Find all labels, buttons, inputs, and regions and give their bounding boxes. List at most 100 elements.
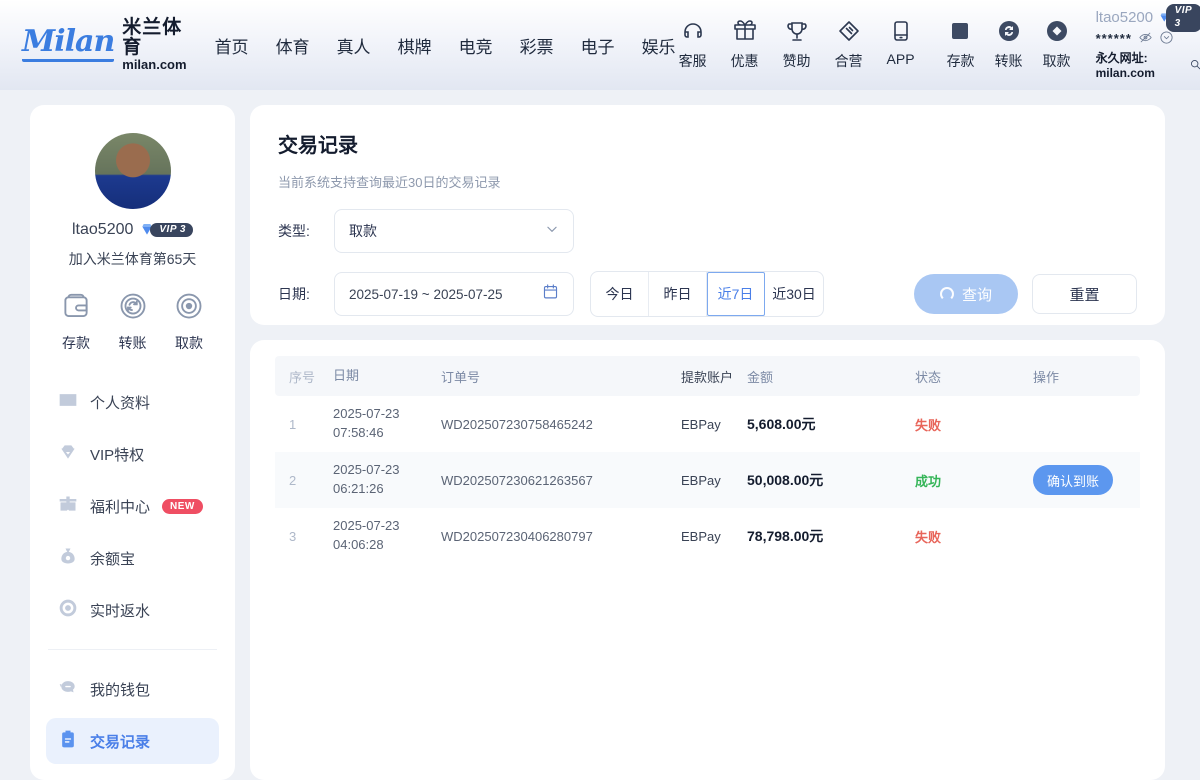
sidebar-item-yuebao[interactable]: 余额宝 [46,535,219,581]
range-7days-button[interactable]: 近7日 [707,272,765,316]
loading-spinner-icon [940,287,954,301]
masked-balance: ****** [1096,31,1132,47]
sidebar-item-welfare[interactable]: 福利中心 NEW [46,483,219,529]
row-date: 2025-07-23 [333,406,400,421]
sponsor-label: 赞助 [783,51,811,71]
sidebar-item-wallet[interactable]: 我的钱包 [46,666,219,712]
user-summary: ltao5200 VIP 3 ****** 永久网址: milan.com [1096,9,1200,81]
table-row: 1 2025-07-23 07:58:46 WD2025072307584652… [275,396,1140,452]
magnifier-icon[interactable] [1189,58,1200,75]
date-range-input[interactable]: 2025-07-19 ~ 2025-07-25 [334,272,574,316]
range-30days-button[interactable]: 近30日 [765,272,823,316]
row-time: 07:58:46 [333,425,384,440]
col-amount: 金额 [747,367,915,386]
sidebar-item-rebate[interactable]: 实时返水 [46,587,219,633]
reset-button[interactable]: 重置 [1032,274,1137,314]
row-time: 04:06:28 [333,537,384,552]
join-days-text: 加入米兰体育第65天 [46,249,219,269]
calendar-icon [542,283,559,305]
row-datetime: 2025-07-23 04:06:28 [333,517,441,555]
nav-esports[interactable]: 电竞 [459,33,493,58]
row-order-number: WD202507230406280797 [441,529,681,544]
chevron-down-icon [545,222,559,241]
row-action-cell: 确认到账 [1033,465,1126,495]
row-index: 3 [289,529,333,544]
row-account: EBPay [681,529,747,544]
nav-sports[interactable]: 体育 [276,33,310,58]
date-label: 日期: [278,284,324,304]
nav-live[interactable]: 真人 [337,33,371,58]
sidebar-withdraw-button[interactable]: 取款 [165,291,213,353]
sidebar-item-transactions[interactable]: 交易记录 [46,718,219,764]
nav-entertainment[interactable]: 娱乐 [642,33,676,58]
row-status: 失败 [915,415,1033,434]
promo-label: 优惠 [731,51,759,71]
sidebar-transfer-button[interactable]: 转账 [109,291,157,353]
range-yesterday-button[interactable]: 昨日 [649,272,707,316]
permanent-url-label: 永久网址: milan.com [1096,51,1187,81]
sidebar-deposit-label: 存款 [62,333,90,353]
nav-slots[interactable]: 电子 [581,33,615,58]
partner-button[interactable]: 合营 [832,19,866,71]
query-button-label: 查询 [962,284,992,305]
customer-service-button[interactable]: 客服 [676,19,710,71]
type-select-value: 取款 [349,221,377,241]
row-status: 失败 [915,527,1033,546]
row-date: 2025-07-23 [333,462,400,477]
date-range-presets: 今日 昨日 近7日 近30日 [590,271,824,317]
sidebar-withdraw-label: 取款 [175,333,203,353]
type-select[interactable]: 取款 [334,209,574,253]
wallet-icon [61,291,91,326]
site-logo[interactable]: Milan 米兰体育 milan.com [22,18,187,72]
trophy-icon [785,19,809,48]
sidebar-item-profile[interactable]: 个人资料 [46,379,219,425]
range-today-button[interactable]: 今日 [591,272,649,316]
sidebar-item-vip[interactable]: VIP特权 [46,431,219,477]
profile-sidebar: ltao5200 VIP 3 加入米兰体育第65天 存款 转账 取款 个人资料 … [30,105,235,780]
col-action: 操作 [1033,367,1126,386]
profile-avatar[interactable] [95,133,171,209]
col-order: 订单号 [441,367,681,386]
menu-label: 我的钱包 [90,679,150,700]
main-nav: 首页 体育 真人 棋牌 电竞 彩票 电子 娱乐 [215,33,676,58]
transfer-label: 转账 [995,51,1023,71]
promo-button[interactable]: 优惠 [728,19,762,71]
row-amount: 5,608.00元 [747,414,915,434]
table-row: 2 2025-07-23 06:21:26 WD2025072306212635… [275,452,1140,508]
row-amount: 50,008.00元 [747,470,915,490]
nav-home[interactable]: 首页 [215,33,249,58]
withdraw-button[interactable]: 取款 [1040,19,1074,71]
confirm-received-button[interactable]: 确认到账 [1033,465,1113,495]
menu-label: VIP特权 [90,444,144,465]
transfer-icon [997,19,1021,48]
nav-chess[interactable]: 棋牌 [398,33,432,58]
eye-off-icon[interactable] [1138,30,1153,49]
deposit-button[interactable]: 存款 [944,19,978,71]
nav-lottery[interactable]: 彩票 [520,33,554,58]
sidebar-transfer-label: 转账 [119,333,147,353]
record-icon [58,729,78,753]
type-label: 类型: [278,221,324,241]
table-header: 序号 日期 订单号 提款账户 金额 状态 操作 [275,356,1140,396]
phone-icon [889,19,913,48]
transfer-button[interactable]: 转账 [992,19,1026,71]
date-range-value: 2025-07-19 ~ 2025-07-25 [349,287,503,302]
logo-cn-text: 米兰体育 [122,18,186,58]
sidebar-item-bets[interactable]: 投注记录 [46,770,219,780]
query-button[interactable]: 查询 [914,274,1018,314]
sidebar-deposit-button[interactable]: 存款 [52,291,100,353]
chevron-circle-icon[interactable] [1159,30,1174,49]
partner-label: 合营 [835,51,863,71]
app-download-button[interactable]: APP [884,19,918,71]
vip-diamond-icon [58,442,78,466]
sponsor-button[interactable]: 赞助 [780,19,814,71]
transfer-icon [118,291,148,326]
withdraw-label: 取款 [1043,51,1071,71]
moneybag-icon [58,546,78,570]
sidebar-vip-label: VIP 3 [150,223,193,237]
page-title: 交易记录 [278,129,1137,158]
logo-script-text: Milan [22,27,114,62]
row-order-number: WD202507230621263567 [441,473,681,488]
col-date: 日期 [333,367,441,386]
table-row: 3 2025-07-23 04:06:28 WD2025072304062807… [275,508,1140,564]
